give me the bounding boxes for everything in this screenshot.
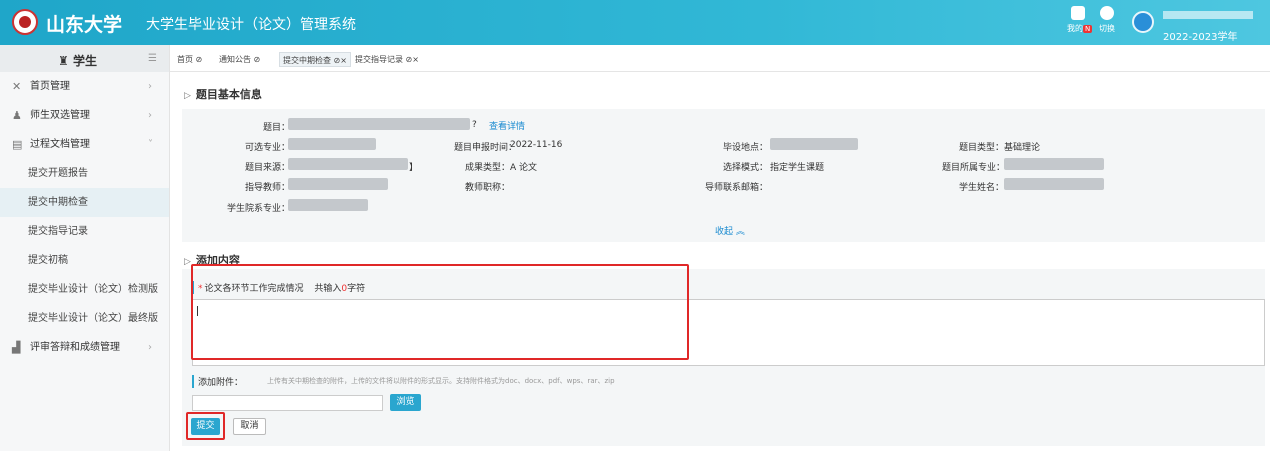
tab-home[interactable]: 首页 ⊘ <box>174 52 205 67</box>
browse-button[interactable]: 浏览 <box>390 394 421 411</box>
teacher-title-label: 教师职称： <box>464 183 510 193</box>
triangle-icon: ▷ <box>184 91 191 101</box>
chevron-right-icon: › <box>148 342 152 353</box>
add-content-panel: * 论文各环节工作完成情况 共输入0字符 添加附件： 上传有关中期检查的附件，上传… <box>182 264 1265 446</box>
chevron-right-icon: › <box>148 81 152 92</box>
system-name: 大学生毕业设计（论文）管理系统 <box>146 17 356 33</box>
sidebar-subitem-draft[interactable]: 提交初稿 <box>0 246 169 275</box>
sidebar-item-dual-selection[interactable]: ♟ 师生双选管理 › <box>0 101 169 130</box>
attach-label: 添加附件： <box>192 375 243 388</box>
sidebar-item-review[interactable]: ▟ 评审答辩和成绩管理 › <box>0 333 169 362</box>
tab-notice[interactable]: 通知公告 ⊘ <box>216 52 263 67</box>
topic-label: 题目： <box>262 123 290 133</box>
sidebar-subitem-check-version[interactable]: 提交毕业设计（论文）检测版 <box>0 275 169 304</box>
location-value-redacted <box>770 138 858 150</box>
sidebar-item-home[interactable]: ✕ 首页管理 › <box>0 72 169 101</box>
highlight-box-submit <box>186 412 225 440</box>
sidebar-subitem-guidance[interactable]: 提交指导记录 <box>0 217 169 246</box>
select-mode-value: 指定学生课题 <box>770 163 825 173</box>
chart-icon: ▟ <box>12 341 21 354</box>
sidebar-subitem-midterm[interactable]: 提交中期检查 <box>0 188 169 217</box>
inbox-label: 我的 <box>1067 24 1083 33</box>
student-name-value-redacted <box>1004 178 1104 190</box>
switch-button[interactable]: 切换 <box>1096 6 1118 34</box>
switch-label: 切换 <box>1099 24 1115 33</box>
main-content: ▷ 题目基本信息 题目： ? 查看详情 可选专业： 题目申报时间： 2022-11… <box>170 72 1270 451</box>
sidebar-subitem-proposal[interactable]: 提交开题报告 <box>0 159 169 188</box>
teacher-email-label: 导师联系邮箱： <box>704 183 768 193</box>
attach-hint: 上传有关中期检查的附件，上传的文件将以附件的形式显示。支持附件格式为doc、do… <box>267 377 615 385</box>
major-label: 可选专业： <box>244 143 290 153</box>
academic-year: 2022-2023学年 <box>1163 32 1238 43</box>
chevron-right-icon: › <box>148 110 152 121</box>
topic-type-label: 题目类型： <box>958 143 1004 153</box>
sidebar-item-label: 师生双选管理 <box>30 110 90 121</box>
student-major-label: 学生院系专业： <box>226 204 290 214</box>
topic-major-value-redacted <box>1004 158 1104 170</box>
declare-time-value: 2022-11-16 <box>510 140 563 150</box>
cancel-button[interactable]: 取消 <box>233 418 266 435</box>
collapse-sidebar-icon[interactable]: ☰ <box>148 53 157 64</box>
sidebar-item-label: 首页管理 <box>30 81 70 92</box>
file-path-input[interactable] <box>192 395 383 411</box>
topic-major-label: 题目所属专业： <box>942 163 1006 173</box>
source-label: 题目来源： <box>244 163 290 173</box>
topic-type-value: 基础理论 <box>1004 143 1041 153</box>
teacher-label: 指导教师： <box>244 183 290 193</box>
collapse-link[interactable]: 收起 ︽ <box>715 224 745 237</box>
triangle-icon: ▷ <box>184 257 191 267</box>
tab-midterm[interactable]: 提交中期检查 ⊘× <box>279 52 351 67</box>
source-value-suffix: 】 <box>409 163 419 173</box>
topic-info-title: ▷ 题目基本信息 <box>184 88 262 101</box>
student-name-label: 学生姓名： <box>958 183 1004 193</box>
tab-bar: 首页 ⊘ 通知公告 ⊘ 提交中期检查 ⊘× 提交指导记录 ⊘× <box>170 45 1270 72</box>
role-label: ♜ 学生 <box>58 54 97 68</box>
source-value-redacted <box>288 158 408 170</box>
tab-guidance[interactable]: 提交指导记录 ⊘× <box>352 52 422 67</box>
highlight-box-textarea <box>191 264 689 360</box>
user-name-redacted <box>1163 11 1253 19</box>
top-header: 山东大学 大学生毕业设计（论文）管理系统 我的 N 切换 2022-2023学年 <box>0 0 1270 45</box>
chevron-down-icon: ˅ <box>148 139 153 150</box>
major-value-redacted <box>288 138 376 150</box>
topic-value-suffix: ? <box>472 120 477 130</box>
result-type-value: A 论文 <box>510 163 538 173</box>
topic-value-redacted <box>288 118 470 130</box>
sidebar-subitem-final-version[interactable]: 提交毕业设计（论文）最终版 <box>0 304 169 333</box>
inbox-icon <box>1071 6 1085 20</box>
users-icon: ♟ <box>12 109 22 122</box>
document-icon: ▤ <box>12 138 23 151</box>
location-label: 毕设地点： <box>722 143 768 153</box>
sidebar-header: ♜ 学生 ☰ <box>0 45 169 72</box>
teacher-value-redacted <box>288 178 388 190</box>
tools-icon: ✕ <box>12 80 22 93</box>
select-mode-label: 选择模式： <box>722 163 768 173</box>
result-type-label: 成果类型： <box>464 163 510 173</box>
sidebar-item-label: 评审答辩和成绩管理 <box>30 342 120 353</box>
topic-info-panel: 题目： ? 查看详情 可选专业： 题目申报时间： 2022-11-16 毕设地点… <box>182 109 1265 242</box>
switch-icon <box>1100 6 1114 20</box>
university-name: 山东大学 <box>46 14 123 36</box>
declare-time-label: 题目申报时间： <box>454 143 518 153</box>
sidebar-item-process-docs[interactable]: ▤ 过程文档管理 ˅ <box>0 130 169 159</box>
university-logo <box>12 9 38 35</box>
view-detail-link[interactable]: 查看详情 <box>489 119 525 132</box>
user-avatar[interactable] <box>1132 11 1154 33</box>
inbox-button[interactable]: 我的 N <box>1067 6 1093 34</box>
student-major-value-redacted <box>288 199 368 211</box>
sidebar-item-label: 过程文档管理 <box>30 139 90 150</box>
notification-badge: N <box>1083 25 1093 33</box>
sidebar: ♜ 学生 ☰ ✕ 首页管理 › ♟ 师生双选管理 › ▤ 过程文档管理 ˅ 提交… <box>0 45 170 451</box>
